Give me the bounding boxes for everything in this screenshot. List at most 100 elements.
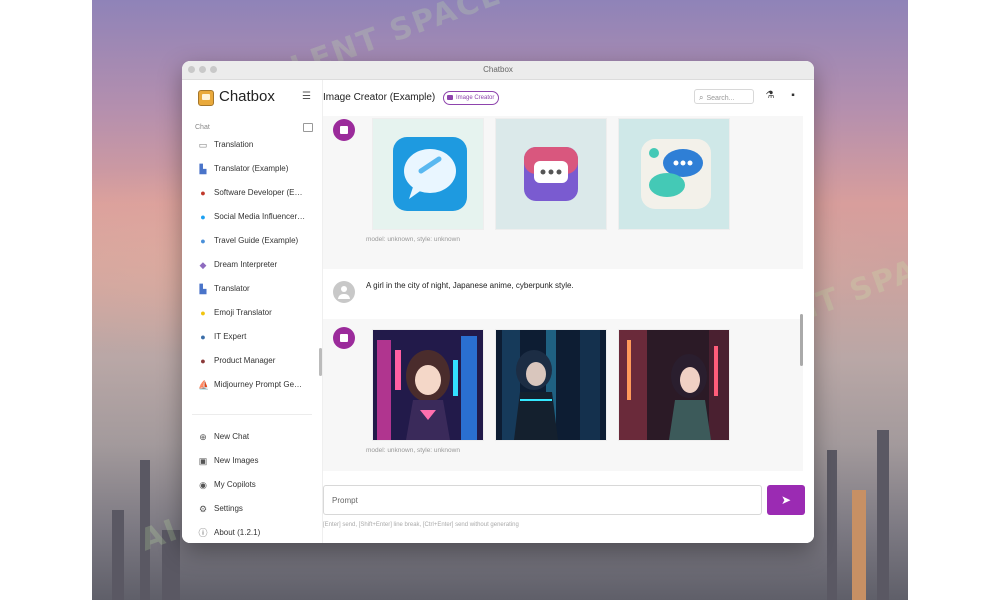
midjourney-sail-icon: ⛵ [198,380,210,390]
sidebar-item-label: Emoji Translator [214,308,272,317]
page-title: Image Creator (Example) [323,92,436,103]
search-icon: ⌕ [699,93,704,102]
sidebar: Chatbox ☰ Chat ▭ Translation ▙ Translato… [182,80,323,543]
developer-avatar-icon: ● [200,188,206,198]
anime-girl-neon-city-1 [373,330,483,440]
sidebar-item-label: Travel Guide (Example) [214,236,299,245]
generated-image[interactable] [619,330,729,440]
generated-image[interactable] [496,119,606,229]
send-button[interactable]: ➤ [767,485,805,515]
sidebar-divider [192,414,312,415]
image-icon: ▣ [198,456,208,466]
user-message: A girl in the city of night, Japanese an… [323,269,803,319]
copilot-icon: ◉ [199,480,207,490]
my-copilots-button[interactable]: ◉ My Copilots [182,476,322,496]
nav-label: Settings [214,504,243,513]
sidebar-item-label: Software Developer (E… [214,188,303,197]
chat-list: ▭ Translation ▙ Translator (Example) ● S… [182,136,319,390]
city-building [162,530,180,600]
chat-bubble-blue-image [393,137,467,211]
clean-brush-icon[interactable]: ⚗ [763,89,777,103]
anime-girl-neon-city-3 [619,330,729,440]
user-avatar [333,281,355,303]
dream-avatar-icon: ◆ [199,260,207,270]
sidebar-item-midjourney-prompt[interactable]: ⛵ Midjourney Prompt Ge… [182,376,319,390]
translator-avatar-icon: ▙ [199,164,207,174]
sidebar-item-software-developer[interactable]: ● Software Developer (E… [182,184,319,204]
chat-scrollbar[interactable] [800,314,803,366]
image-creator-badge[interactable]: Image Creator [443,91,500,105]
window-title: Chatbox [483,65,513,74]
twitter-bird-icon: ● [200,212,206,222]
sidebar-item-label: Dream Interpreter [214,260,278,269]
generated-image[interactable] [373,119,483,229]
sidebar-item-it-expert[interactable]: ● IT Expert [182,328,319,348]
city-building [852,490,866,600]
settings-button[interactable]: ⚙ Settings [182,500,322,520]
message-meta: model: unknown, style: unknown [366,447,460,454]
chat-header: Image Creator (Example) Image Creator ⌕ S… [323,80,814,116]
generated-image[interactable] [619,119,729,229]
assistant-message: model: unknown, style: unknown [323,321,803,471]
archive-icon[interactable] [303,123,313,132]
image-icon [447,95,453,100]
sidebar-item-translation[interactable]: ▭ Translation [182,136,319,156]
generated-image[interactable] [496,330,606,440]
app-window: Chatbox Chatbox ☰ Chat ▭ Translation ▙ T… [182,61,814,543]
sidebar-item-emoji-translator[interactable]: ● Emoji Translator [182,304,319,324]
anime-girl-neon-city-2 [496,330,606,440]
chat-messages: model: unknown, style: unknown A girl in… [323,116,803,471]
sidebar-item-label: Midjourney Prompt Ge… [214,380,303,389]
plus-circle-icon: ⊕ [199,432,207,442]
section-label: Chat [195,124,210,131]
sidebar-item-label: Translation [214,140,254,149]
sidebar-item-translator-example[interactable]: ▙ Translator (Example) [182,160,319,180]
keyboard-hint: [Enter] send, [Shift+Enter] line break, … [323,522,519,528]
sidebar-item-product-manager[interactable]: ● Product Manager [182,352,319,372]
collapse-sidebar-icon[interactable]: ☰ [302,91,311,102]
city-building [877,430,889,600]
translator-avatar-icon: ▙ [199,284,207,294]
new-images-button[interactable]: ▣ New Images [182,452,322,472]
search-placeholder: Search... [706,95,735,102]
prompt-input[interactable]: Prompt [323,485,762,515]
gear-icon: ⚙ [198,504,208,514]
sidebar-item-label: Translator (Example) [214,164,289,173]
nav-label: My Copilots [214,480,256,489]
about-button[interactable]: ⓘ About (1.2.1) [182,524,322,543]
composer: Prompt ➤ [Enter] send, [Shift+Enter] lin… [323,473,814,543]
nav-label: New Images [214,456,259,465]
send-icon: ➤ [780,493,792,507]
chatbox-logo-icon [198,90,214,106]
save-icon[interactable]: ▪ [786,89,800,103]
sidebar-item-label: Social Media Influencer… [214,212,306,221]
sidebar-item-label: Translator [214,284,250,293]
title-bar: Chatbox [182,61,814,80]
chat-bubble-3d-image [641,139,711,209]
new-chat-button[interactable]: ⊕ New Chat [182,428,322,448]
sidebar-item-dream-interpreter[interactable]: ◆ Dream Interpreter [182,256,319,276]
city-building [112,510,124,600]
nav-label: New Chat [214,432,250,441]
globe-icon: ● [200,236,206,246]
sidebar-scrollbar[interactable] [319,348,322,376]
manager-avatar-icon: ● [200,356,206,366]
sidebar-item-label: IT Expert [214,332,247,341]
sidebar-item-social-media-influencer[interactable]: ● Social Media Influencer… [182,208,319,228]
brand-name: Chatbox [219,88,275,105]
generated-image[interactable] [373,330,483,440]
sidebar-item-label: Product Manager [214,356,276,365]
sidebar-item-translator[interactable]: ▙ Translator [182,280,319,300]
message-icon: ▭ [198,140,208,150]
city-building [827,450,837,600]
info-icon: ⓘ [198,528,208,538]
sunglasses-emoji-icon: ● [200,308,206,318]
search-input[interactable]: ⌕ Search... [694,89,754,104]
chat-bubble-gradient-image [524,147,578,201]
sidebar-item-travel-guide[interactable]: ● Travel Guide (Example) [182,232,319,252]
assistant-avatar [333,119,355,141]
it-avatar-icon: ● [200,332,206,342]
badge-label: Image Creator [456,95,495,101]
assistant-avatar [333,327,355,349]
city-building [140,460,150,600]
